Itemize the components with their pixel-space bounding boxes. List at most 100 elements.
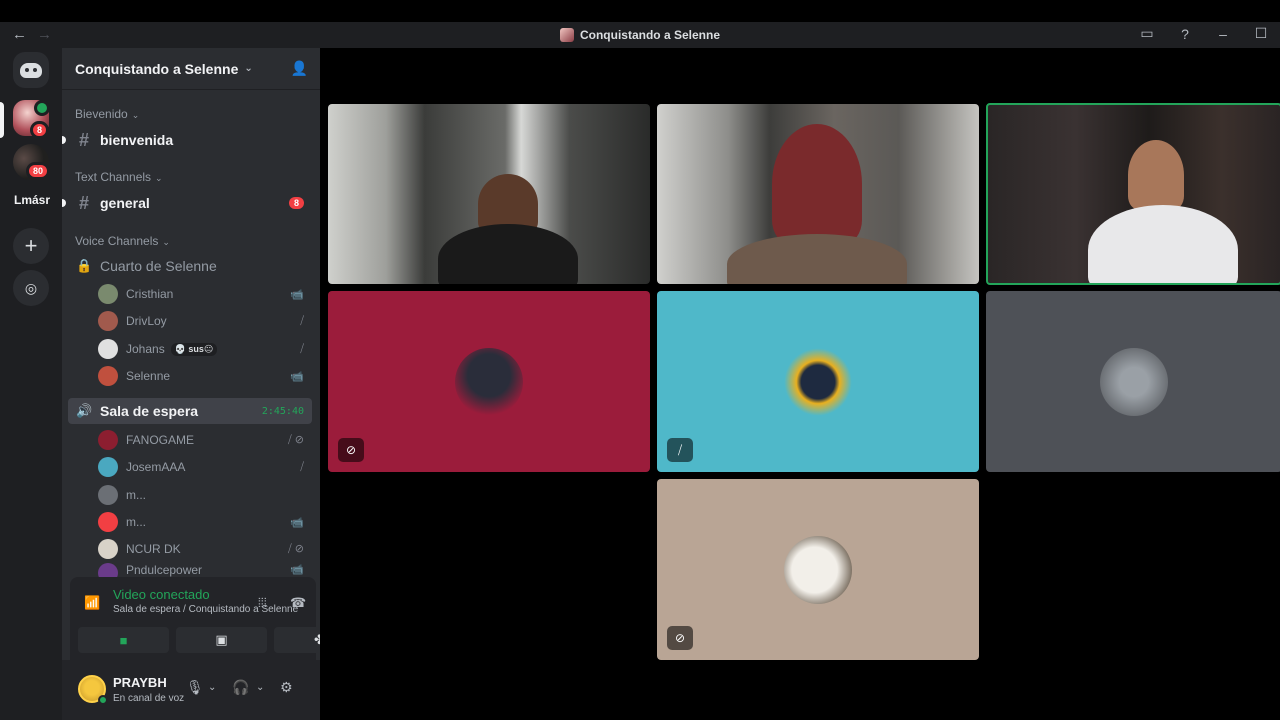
explore-icon[interactable]: ◎ bbox=[13, 270, 49, 306]
chevron-down-icon: ⌄ bbox=[155, 173, 163, 183]
video-tile-camera-1[interactable] bbox=[328, 104, 650, 284]
voice-user[interactable]: JosemAAA ⧸ bbox=[98, 454, 312, 480]
hash-icon: # bbox=[78, 192, 89, 213]
voice-user[interactable]: DrivLoy ⧸ bbox=[98, 308, 312, 334]
avatar bbox=[98, 512, 118, 532]
speaker-icon: 🔊 bbox=[76, 403, 93, 418]
video-tile-camera-2[interactable] bbox=[657, 104, 979, 284]
video-tile-fanogame[interactable]: ⊘ bbox=[328, 291, 650, 472]
channel-name: bienvenida bbox=[100, 132, 174, 148]
voice-status[interactable]: Video conectado bbox=[113, 587, 210, 602]
hash-icon: # bbox=[78, 129, 89, 150]
channel-sidebar: Conquistando a Selenne ⌄ 👤 Bievenido ⌄ # … bbox=[62, 48, 365, 720]
disconnect-icon[interactable]: ☎ bbox=[290, 595, 306, 611]
person-body bbox=[727, 234, 907, 284]
screen-share-icon: ▣ bbox=[215, 632, 228, 647]
title-bar: ← → Conquistando a Selenne ▭ ? – ☐ bbox=[0, 22, 1280, 48]
video-tile-camera-speaking[interactable] bbox=[986, 103, 1280, 285]
voice-active-indicator bbox=[34, 100, 50, 116]
mic-muted-icon: ⧸ bbox=[300, 314, 304, 327]
maximize-icon[interactable]: ☐ bbox=[1242, 25, 1280, 42]
voice-user[interactable]: Cristhian 📹 bbox=[98, 281, 312, 307]
voice-channel-cuarto-de-selenne[interactable]: 🔒 Cuarto de Selenne bbox=[68, 253, 312, 279]
video-icon: 📹 bbox=[290, 288, 304, 301]
voice-user[interactable]: m... bbox=[98, 482, 312, 508]
server-icon bbox=[559, 28, 574, 42]
video-toggle-button[interactable]: ■ bbox=[78, 627, 169, 653]
unread-indicator bbox=[62, 199, 66, 207]
call-timer: 2:45:40 bbox=[261, 405, 304, 417]
user-avatar bbox=[1100, 347, 1168, 416]
voice-connection-panel: 📶 Video conectado Sala de espera / Conqu… bbox=[70, 577, 365, 660]
avatar bbox=[98, 430, 118, 450]
voice-user[interactable]: Pndulcepower 📹 bbox=[98, 563, 312, 577]
mic-muted-icon: ⧸ bbox=[300, 460, 304, 473]
video-stage: ⊘ ⧸ ⊘ bbox=[320, 48, 1280, 720]
server-rail: 8 80 Lmásr + ◎ bbox=[0, 48, 62, 720]
channel-bienvenida[interactable]: # bienvenida bbox=[62, 125, 312, 155]
avatar bbox=[98, 311, 118, 331]
screen-top-bar bbox=[0, 0, 1280, 22]
mic-deafened-icon: ⧸ ⊘ bbox=[287, 434, 304, 446]
chevron-down-icon[interactable]: ⌄ bbox=[208, 682, 216, 693]
user-avatar bbox=[784, 535, 852, 604]
window-title-text: Conquistando a Selenne bbox=[579, 28, 720, 42]
username[interactable]: PRAYBH bbox=[113, 675, 167, 690]
person-head bbox=[772, 124, 862, 244]
server-folder-label[interactable]: Lmásr bbox=[14, 193, 50, 207]
user-tag: 💀 sus😐 bbox=[170, 342, 218, 356]
voice-location[interactable]: Sala de espera / Conquistando a Selenne bbox=[113, 604, 298, 615]
lock-icon: 🔒 bbox=[76, 258, 93, 273]
chevron-down-icon[interactable]: ⌄ bbox=[256, 682, 264, 693]
microphone-icon[interactable]: 🎙 bbox=[186, 679, 204, 696]
avatar bbox=[98, 563, 118, 577]
category-bienvenido[interactable]: Bievenido ⌄ bbox=[75, 107, 139, 121]
video-icon: 📹 bbox=[290, 564, 304, 576]
mention-badge: 8 bbox=[288, 197, 304, 209]
settings-gear-icon[interactable]: ⚙ bbox=[280, 679, 293, 696]
voice-user[interactable]: m... 📹 bbox=[98, 509, 312, 535]
voice-channel-sala-de-espera[interactable]: 🔊 Sala de espera 2:45:40 bbox=[68, 398, 312, 424]
video-tile-josemaaa[interactable]: ⧸ bbox=[657, 291, 979, 472]
avatar bbox=[98, 485, 118, 505]
category-voice-channels[interactable]: Voice Channels ⌄ bbox=[75, 234, 170, 248]
headphones-icon[interactable]: 🎧 bbox=[232, 679, 249, 696]
person-body bbox=[438, 224, 578, 284]
user-avatar bbox=[784, 347, 852, 416]
server-name: Conquistando a Selenne bbox=[75, 60, 239, 77]
discord-home-icon[interactable] bbox=[13, 52, 49, 88]
online-status-icon bbox=[98, 695, 108, 705]
selected-server-indicator bbox=[0, 102, 4, 138]
chevron-down-icon: ⌄ bbox=[162, 237, 170, 247]
unread-indicator bbox=[62, 136, 66, 144]
chevron-down-icon: ⌄ bbox=[131, 110, 140, 120]
chevron-down-icon: ⌄ bbox=[244, 63, 253, 74]
server-header[interactable]: Conquistando a Selenne ⌄ 👤 bbox=[62, 48, 320, 90]
video-tile-user[interactable] bbox=[986, 291, 1280, 472]
avatar bbox=[98, 366, 118, 386]
server-badge-2: 80 bbox=[26, 162, 51, 180]
discord-logo-icon bbox=[20, 62, 42, 78]
video-icon: 📹 bbox=[290, 370, 304, 383]
category-text-channels[interactable]: Text Channels ⌄ bbox=[75, 170, 163, 184]
avatar bbox=[98, 457, 118, 477]
user-status: En canal de voz bbox=[113, 693, 185, 704]
voice-user[interactable]: Johans 💀 sus😐 ⧸ bbox=[98, 336, 312, 362]
minimize-icon[interactable]: – bbox=[1204, 26, 1242, 42]
voice-channel-name: Sala de espera bbox=[100, 403, 199, 419]
voice-user[interactable]: NCUR DK ⧸ ⊘ bbox=[98, 536, 312, 562]
inbox-icon[interactable]: ▭ bbox=[1128, 25, 1166, 42]
signal-icon[interactable]: 📶 bbox=[84, 595, 100, 611]
voice-user[interactable]: Selenne 📹 bbox=[98, 363, 312, 389]
video-tile-ncur-dk[interactable]: ⊘ bbox=[657, 479, 979, 660]
avatar bbox=[98, 339, 118, 359]
mic-muted-icon: ⧸ bbox=[300, 342, 304, 355]
channel-general[interactable]: # general 8 bbox=[62, 188, 312, 218]
user-panel: PRAYBH En canal de voz 🎙 ⌄ 🎧 ⌄ ⚙ bbox=[62, 660, 320, 720]
voice-user[interactable]: FANOGAME ⧸ ⊘ bbox=[98, 427, 312, 453]
noise-suppression-icon[interactable]: ⦙⦙⦙ bbox=[258, 595, 267, 611]
screen-share-button[interactable]: ▣ bbox=[176, 627, 267, 653]
add-server-icon[interactable]: + bbox=[13, 228, 49, 264]
add-member-icon[interactable]: 👤 bbox=[291, 60, 308, 77]
help-icon[interactable]: ? bbox=[1166, 26, 1204, 42]
